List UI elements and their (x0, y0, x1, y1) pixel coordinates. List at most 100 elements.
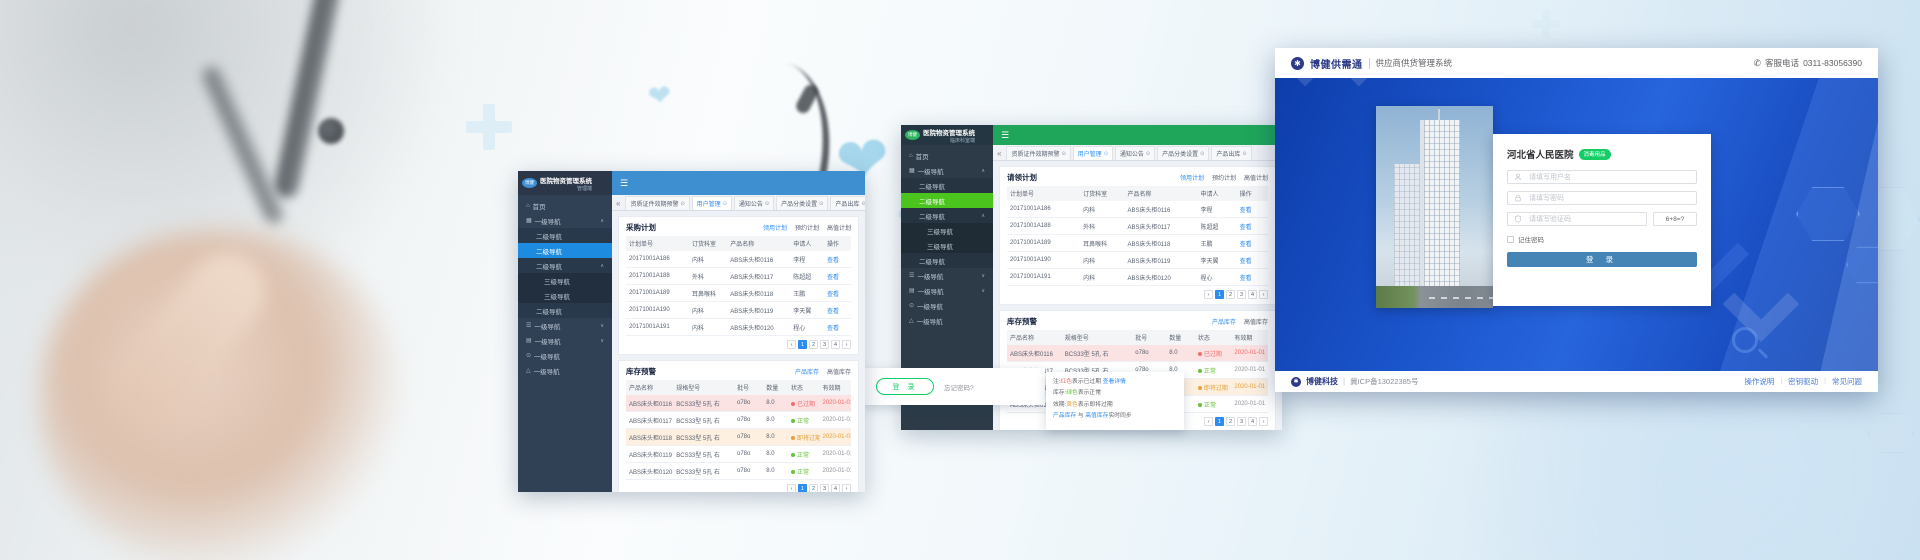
view-link[interactable]: 查看 (1240, 242, 1252, 248)
tab-产品分类设置[interactable]: 产品分类设置⊙ (1157, 146, 1209, 160)
captcha-field[interactable] (1507, 212, 1647, 226)
tab-产品出库[interactable]: 产品出库⊙ (1211, 146, 1251, 160)
tab-close-icon[interactable]: ⊙ (861, 201, 865, 207)
sidebar-item-一级导航[interactable]: ☰一级导航∨ (518, 318, 612, 333)
footer-link-key-driver[interactable]: 密钥驱动 (1788, 376, 1818, 387)
sidebar-item-首页[interactable]: ⌂首页 (518, 198, 612, 213)
tab-用户管理[interactable]: 用户管理⊙ (692, 196, 732, 210)
collapse-icon[interactable]: « (616, 199, 620, 208)
page-1[interactable]: 1 (1215, 290, 1224, 299)
sidebar-item-三级导航[interactable]: 三级导航 (901, 238, 993, 253)
page-3[interactable]: 3 (820, 340, 829, 349)
link-领用计划[interactable]: 领用计划 (763, 223, 787, 232)
tab-通知公告[interactable]: 通知公告⊙ (1115, 146, 1155, 160)
tab-用户管理[interactable]: 用户管理⊙ (1073, 146, 1113, 160)
link-高值计划[interactable]: 高值计划 (827, 223, 851, 232)
page-›[interactable]: › (842, 484, 851, 492)
view-link[interactable]: 查看 (1240, 225, 1252, 231)
sidebar-item-二级导航[interactable]: 二级导航 (518, 303, 612, 318)
page-2[interactable]: 2 (809, 340, 818, 349)
sidebar-item-一级导航[interactable]: △一级导航 (901, 313, 993, 328)
sidebar-item-二级导航[interactable]: 二级导航 (901, 193, 993, 208)
page-1[interactable]: 1 (798, 340, 807, 349)
hamburger-icon[interactable]: ☰ (620, 178, 628, 189)
page-2[interactable]: 2 (1226, 417, 1235, 426)
sidebar-item-二级导航[interactable]: 二级导航 (901, 253, 993, 268)
tab-产品出库[interactable]: 产品出库⊙ (830, 196, 865, 210)
view-link[interactable]: 查看 (1240, 259, 1252, 265)
login-submit-button[interactable]: 登 录 (1507, 252, 1697, 267)
link-产品库存[interactable]: 产品库存 (795, 367, 819, 376)
view-link[interactable]: 查看 (827, 258, 839, 264)
sidebar-item-一级导航[interactable]: ▦一级导航∧ (518, 213, 612, 228)
view-link[interactable]: 查看 (827, 326, 839, 332)
link-高值计划[interactable]: 高值计划 (1244, 173, 1268, 182)
username-field[interactable] (1507, 170, 1697, 184)
sidebar-item-二级导航[interactable]: 二级导航∧ (518, 258, 612, 273)
page-2[interactable]: 2 (809, 484, 818, 492)
link-高值库存[interactable]: 高值库存 (1244, 317, 1268, 326)
sidebar-item-首页[interactable]: ⌂首页 (901, 148, 993, 163)
page-‹[interactable]: ‹ (787, 340, 796, 349)
page-‹[interactable]: ‹ (787, 484, 796, 492)
tab-资质证件效期预警[interactable]: 资质证件效期预警⊙ (625, 196, 689, 210)
page-‹[interactable]: ‹ (1204, 290, 1213, 299)
view-link[interactable]: 查看 (1240, 276, 1252, 282)
captcha-input[interactable] (1527, 215, 1640, 224)
sidebar-item-二级导航[interactable]: 二级导航 (518, 243, 612, 258)
page-4[interactable]: 4 (1248, 290, 1257, 299)
forgot-password-link[interactable]: 忘记密码? (944, 382, 974, 392)
view-link[interactable]: 查看 (827, 292, 839, 298)
page-4[interactable]: 4 (1248, 417, 1257, 426)
page-3[interactable]: 3 (1237, 417, 1246, 426)
sidebar-item-二级导航[interactable]: 二级导航 (901, 178, 993, 193)
view-link[interactable]: 查看 (827, 309, 839, 315)
footer-link-faq[interactable]: 常见问题 (1832, 376, 1862, 387)
tab-close-icon[interactable]: ⊙ (1061, 151, 1065, 157)
remember-checkbox[interactable] (1507, 236, 1514, 243)
page-›[interactable]: › (1259, 290, 1268, 299)
link-预约计划[interactable]: 预约计划 (795, 223, 819, 232)
page-‹[interactable]: ‹ (1204, 417, 1213, 426)
sidebar-item-三级导航[interactable]: 三级导航 (901, 223, 993, 238)
tab-close-icon[interactable]: ⊙ (765, 201, 769, 207)
tab-close-icon[interactable]: ⊙ (819, 201, 823, 207)
tab-close-icon[interactable]: ⊙ (1146, 151, 1150, 157)
tab-close-icon[interactable]: ⊙ (1200, 151, 1204, 157)
tab-close-icon[interactable]: ⊙ (1104, 151, 1108, 157)
page-4[interactable]: 4 (831, 340, 840, 349)
link-领用计划[interactable]: 领用计划 (1180, 173, 1204, 182)
page-3[interactable]: 3 (1237, 290, 1246, 299)
username-input[interactable] (1527, 173, 1690, 182)
tab-close-icon[interactable]: ⊙ (680, 201, 684, 207)
sidebar-item-一级导航[interactable]: ▤一级导航∨ (901, 283, 993, 298)
tab-close-icon[interactable]: ⊙ (1242, 151, 1246, 157)
captcha-question[interactable]: 6+8=? (1653, 212, 1697, 226)
sidebar-item-三级导航[interactable]: 三级导航 (518, 288, 612, 303)
sidebar-item-一级导航[interactable]: ⊙一级导航 (518, 348, 612, 363)
collapse-icon[interactable]: « (997, 149, 1001, 158)
sidebar-item-一级导航[interactable]: ▤一级导航∨ (518, 333, 612, 348)
sidebar-item-二级导航[interactable]: 二级导航∧ (901, 208, 993, 223)
link-产品库存[interactable]: 产品库存 (1212, 317, 1236, 326)
password-field[interactable] (1507, 191, 1697, 205)
link-高值库存[interactable]: 高值库存 (827, 367, 851, 376)
sidebar-item-一级导航[interactable]: ▦一级导航∧ (901, 163, 993, 178)
remember-password[interactable]: 记住密码 (1507, 234, 1697, 244)
sidebar-item-一级导航[interactable]: △一级导航 (518, 363, 612, 378)
page-2[interactable]: 2 (1226, 290, 1235, 299)
sidebar-item-二级导航[interactable]: 二级导航 (518, 228, 612, 243)
hamburger-icon[interactable]: ☰ (1001, 130, 1009, 141)
page-4[interactable]: 4 (831, 484, 840, 492)
tab-close-icon[interactable]: ⊙ (723, 201, 727, 207)
page-›[interactable]: › (1259, 417, 1268, 426)
tab-资质证件效期预警[interactable]: 资质证件效期预警⊙ (1006, 146, 1070, 160)
login-button[interactable]: 登 录 (876, 378, 934, 395)
tab-通知公告[interactable]: 通知公告⊙ (734, 196, 774, 210)
page-›[interactable]: › (842, 340, 851, 349)
link-预约计划[interactable]: 预约计划 (1212, 173, 1236, 182)
password-input[interactable] (1527, 194, 1690, 203)
page-3[interactable]: 3 (820, 484, 829, 492)
sidebar-item-三级导航[interactable]: 三级导航 (518, 273, 612, 288)
page-1[interactable]: 1 (798, 484, 807, 492)
